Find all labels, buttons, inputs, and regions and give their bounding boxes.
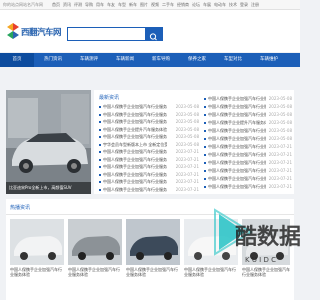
list-item[interactable]: 中国人保携手企业加强汽车行业服务 2023-05-08 bbox=[204, 111, 292, 119]
news-card[interactable]: 中国人保携手企业加强汽车行业服务体验 bbox=[68, 219, 122, 277]
top-link[interactable]: 电动车 bbox=[214, 2, 226, 8]
watermark: 酷数据 K U I D C bbox=[214, 208, 300, 264]
list-item[interactable]: 中国人保携手企业加强汽车行业服务 2023-07-21 bbox=[204, 167, 292, 175]
nav-item-car-news[interactable]: 车辆新闻 bbox=[108, 53, 142, 67]
card-image bbox=[126, 219, 180, 265]
site-logo[interactable]: 西翻汽车网 bbox=[6, 23, 62, 39]
card-image bbox=[10, 219, 64, 265]
top-link[interactable]: 车型 bbox=[118, 2, 126, 8]
list-item[interactable]: 中国人保携手企业提升汽车服务体验 2023-05-08 bbox=[204, 119, 292, 127]
card-image bbox=[68, 219, 122, 265]
list-item[interactable]: 中国人保携手企业加强汽车行业服务 2023-07-21 bbox=[204, 159, 292, 167]
top-link[interactable]: 二手车 bbox=[162, 2, 174, 8]
top-site-name: 你的站点网站名汽车网 bbox=[3, 2, 43, 7]
top-link[interactable]: 车友 bbox=[107, 2, 115, 8]
top-bar: 你的站点网站名汽车网 首页 资讯 评测 导购 用车 车友 车型 新车 图片 视频… bbox=[0, 0, 300, 10]
nav-item-care[interactable]: 车辆维护 bbox=[252, 53, 286, 67]
top-link[interactable]: 新车 bbox=[129, 2, 137, 8]
top-link[interactable]: 图片 bbox=[140, 2, 148, 8]
header: 西翻汽车网 bbox=[0, 10, 300, 52]
top-link[interactable]: 注册 bbox=[251, 2, 259, 8]
nav-item-home[interactable]: 首页 bbox=[0, 53, 34, 67]
news-card[interactable]: 中国人保携手企业加强汽车行业服务体验 bbox=[126, 219, 180, 277]
car-photo bbox=[6, 90, 91, 194]
latest-news: 最新资讯 中国人保携手企业加强汽车行业服务 2023-05-08 中国人保携手企业… bbox=[94, 90, 202, 194]
list-item[interactable]: 中国人保携手企业加强汽车行业服务 2023-07-21 bbox=[204, 151, 292, 159]
main-nav: 首页 热门资讯 车辆测评 车辆新闻 新车导购 保养之家 车型对比 车辆维护 bbox=[0, 53, 300, 67]
top-link[interactable]: 用车 bbox=[96, 2, 104, 8]
search-input[interactable] bbox=[68, 28, 146, 40]
list-item[interactable]: 中国人保携手企业加强汽车行业服务 2023-07-21 bbox=[204, 183, 292, 191]
card-caption: 中国人保携手企业加强汽车行业服务体验 bbox=[126, 267, 178, 277]
search-bar bbox=[67, 27, 163, 41]
logo-text: 西翻汽车网 bbox=[21, 28, 62, 38]
search-icon bbox=[149, 33, 157, 41]
list-item[interactable]: 中国人保携手企业加强汽车行业服务 2023-07-21 bbox=[99, 186, 199, 194]
list-item[interactable]: 中国人保携手企业加强汽车行业服务 2023-05-08 bbox=[204, 95, 292, 103]
top-link[interactable]: 登录 bbox=[240, 2, 248, 8]
logo-icon bbox=[7, 23, 19, 39]
top-link[interactable]: 首页 bbox=[52, 2, 60, 8]
list-item[interactable]: 中国人保携手企业加强汽车行业服务 2023-05-08 bbox=[204, 127, 292, 135]
hot-section-title: 热播资讯 bbox=[10, 205, 31, 211]
nav-item-buying-guide[interactable]: 新车导购 bbox=[144, 53, 178, 67]
top-link[interactable]: 经销商 bbox=[177, 2, 189, 8]
news-card[interactable]: 中国人保携手企业加强汽车行业服务体验 bbox=[10, 219, 64, 277]
nav-item-reviews[interactable]: 车辆测评 bbox=[72, 53, 106, 67]
nav-item-hot-news[interactable]: 热门资讯 bbox=[36, 53, 70, 67]
featured-caption: 比亚迪宋Pro全新上市，高颜值SUV bbox=[6, 182, 91, 194]
nav-item-compare[interactable]: 车型对比 bbox=[216, 53, 250, 67]
top-link[interactable]: 资讯 bbox=[63, 2, 71, 8]
featured-image[interactable]: 比亚迪宋Pro全新上市，高颜值SUV bbox=[6, 90, 91, 194]
card-caption: 中国人保携手企业加强汽车行业服务体验 bbox=[10, 267, 62, 277]
watermark-text: 酷数据 bbox=[235, 224, 300, 250]
top-link[interactable]: 论坛 bbox=[192, 2, 200, 8]
search-button[interactable] bbox=[145, 28, 162, 41]
latest-news-title: 最新资讯 bbox=[99, 95, 120, 101]
top-link[interactable]: 车展 bbox=[203, 2, 211, 8]
top-link[interactable]: 视频 bbox=[151, 2, 159, 8]
card-caption: 中国人保携手企业加强汽车行业服务体验 bbox=[68, 267, 120, 277]
list-item[interactable]: 中国人保携手企业加强汽车行业服务 2023-07-21 bbox=[204, 175, 292, 183]
watermark-sub: K U I D C bbox=[245, 256, 276, 264]
top-links: 首页 资讯 评测 导购 用车 车友 车型 新车 图片 视频 二手车 经销商 论坛… bbox=[52, 2, 259, 8]
nav-item-maintenance[interactable]: 保养之家 bbox=[180, 53, 214, 67]
top-link[interactable]: 导购 bbox=[85, 2, 93, 8]
list-item[interactable]: 中国人保携手企业加强汽车行业服务 2023-07-21 bbox=[204, 143, 292, 151]
side-news: 中国人保携手企业加强汽车行业服务 2023-05-08 中国人保携手企业加强汽车行… bbox=[202, 90, 294, 194]
list-item[interactable]: 中国人保携手企业加强汽车行业服务 2023-05-08 bbox=[204, 135, 292, 143]
list-item[interactable]: 中国人保携手企业加强汽车行业服务 2023-05-08 bbox=[204, 103, 292, 111]
top-link[interactable]: 评测 bbox=[74, 2, 82, 8]
top-link[interactable]: 技术 bbox=[229, 2, 237, 8]
